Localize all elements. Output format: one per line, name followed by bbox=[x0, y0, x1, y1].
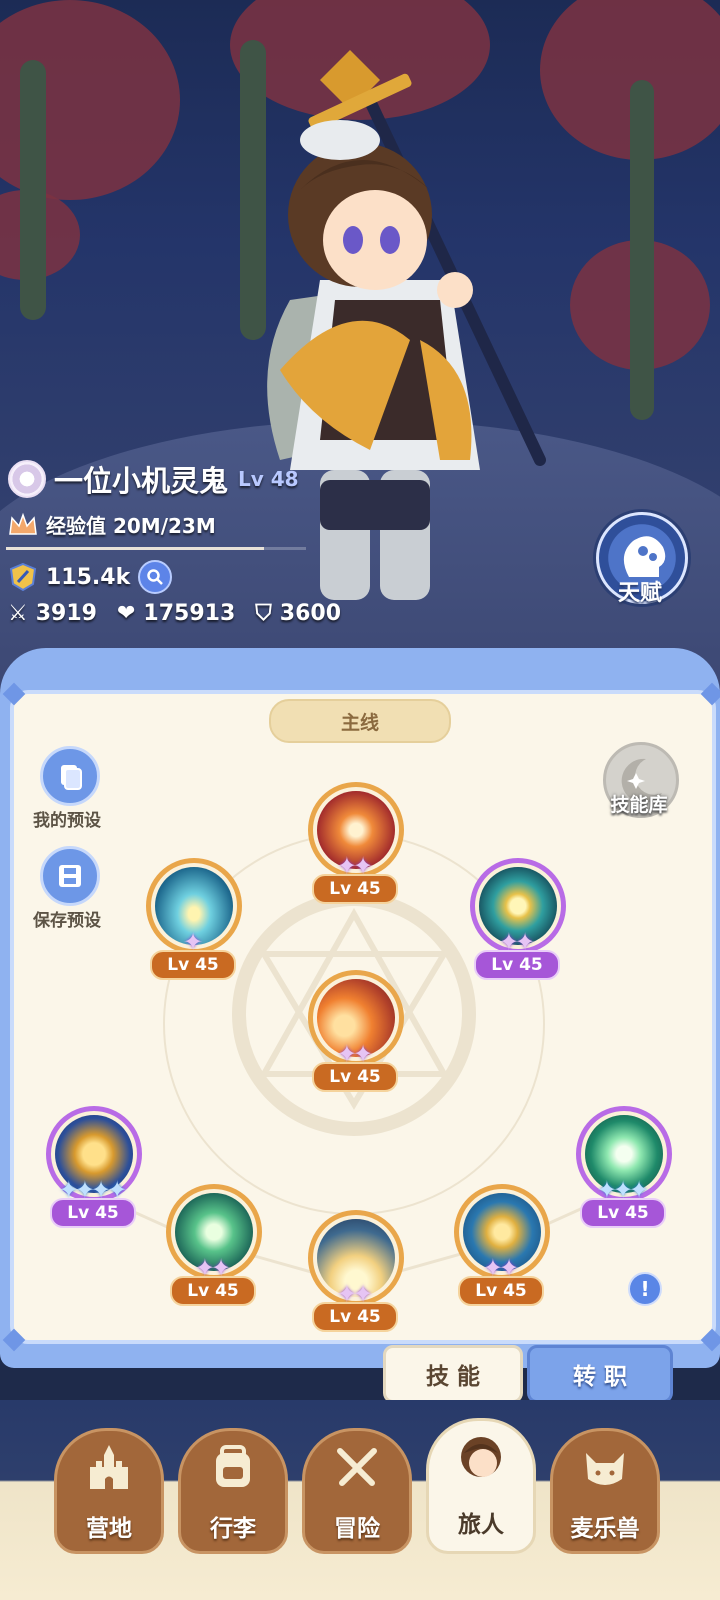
power-shield-icon bbox=[9, 562, 37, 592]
nav-item-camp[interactable]: 营地 bbox=[54, 1428, 164, 1554]
skill-level: Lv 45 bbox=[170, 1276, 256, 1306]
nav-item-adventure[interactable]: 冒险 bbox=[302, 1428, 412, 1554]
skill-level: Lv 45 bbox=[150, 950, 236, 980]
nav-label: 旅人 bbox=[458, 1512, 504, 1538]
crown-icon bbox=[9, 512, 37, 535]
search-icon bbox=[147, 569, 164, 585]
defense-shield-icon: ⛉ bbox=[255, 601, 272, 626]
power-detail-button[interactable] bbox=[138, 560, 173, 594]
skill-slot[interactable]: ✦✦✦✦ Lv 45 bbox=[36, 1106, 146, 1236]
skill-level: Lv 45 bbox=[312, 874, 398, 904]
combat-stats-row: ⚔ 3919 ❤ 175913 ⛉ 3600 bbox=[8, 601, 361, 626]
hero-name: 一位小机灵鬼 bbox=[54, 464, 229, 498]
hero-level: Lv 48 bbox=[238, 467, 299, 491]
castle-icon bbox=[90, 1445, 128, 1489]
skill-level: Lv 45 bbox=[312, 1062, 398, 1092]
skill-slot[interactable]: ✦✦ Lv 45 bbox=[298, 782, 408, 912]
tab-job-change[interactable]: 转 职 bbox=[527, 1345, 673, 1403]
save-disk-icon bbox=[59, 865, 81, 887]
talent-label: 天赋 bbox=[617, 581, 662, 606]
skill-library-label: 技能库 bbox=[610, 794, 668, 816]
skill-slot[interactable]: ✦✦ Lv 45 bbox=[460, 858, 570, 988]
avatar-badge-icon[interactable] bbox=[8, 460, 46, 498]
hero-portrait-icon bbox=[461, 1437, 501, 1477]
attack-value: 3919 bbox=[35, 601, 97, 626]
skill-slot[interactable]: ✦✦ Lv 45 bbox=[156, 1184, 266, 1314]
defense-value: 3600 bbox=[279, 601, 342, 626]
exp-text: 经验值 20M/23M bbox=[46, 514, 216, 538]
cards-icon bbox=[61, 765, 82, 790]
tab-skills[interactable]: 技 能 bbox=[383, 1345, 523, 1403]
health-heart-icon: ❤ bbox=[116, 601, 136, 626]
tree-trunk bbox=[20, 60, 46, 320]
my-presets-label: 我的预设 bbox=[33, 811, 101, 831]
nav-label: 行李 bbox=[210, 1516, 256, 1542]
skill-level: Lv 45 bbox=[474, 950, 560, 980]
attack-swords-icon: ⚔ bbox=[8, 601, 28, 626]
info-button[interactable]: ! bbox=[628, 1272, 662, 1306]
mainline-tab[interactable]: 主线 bbox=[269, 699, 451, 743]
health-value: 175913 bbox=[143, 601, 236, 626]
skill-level: Lv 45 bbox=[458, 1276, 544, 1306]
crossed-swords-icon bbox=[337, 1448, 377, 1486]
backpack-icon bbox=[216, 1445, 250, 1487]
nav-item-pets[interactable]: 麦乐兽 bbox=[550, 1428, 660, 1554]
hero-character bbox=[267, 50, 546, 600]
exp-row: 经验值 20M/23M bbox=[8, 510, 216, 539]
power-row: 115.4k bbox=[8, 560, 173, 594]
nav-label: 营地 bbox=[86, 1516, 132, 1542]
combat-power: 115.4k bbox=[46, 564, 131, 590]
hero-name-row: 一位小机灵鬼 Lv 48 bbox=[8, 458, 299, 500]
exp-progress-bar bbox=[6, 547, 306, 550]
nav-label: 麦乐兽 bbox=[570, 1516, 640, 1542]
skill-slot[interactable]: ✦✦ Lv 45 bbox=[298, 1210, 408, 1340]
skill-level: Lv 45 bbox=[580, 1198, 666, 1228]
skill-slot[interactable]: ✦✦ Lv 45 bbox=[444, 1184, 554, 1314]
skill-level: Lv 45 bbox=[312, 1302, 398, 1332]
nav-label: 冒险 bbox=[334, 1516, 380, 1542]
nav-item-traveler[interactable]: 旅人 bbox=[426, 1418, 536, 1554]
save-preset-button[interactable] bbox=[40, 846, 100, 906]
skill-level: Lv 45 bbox=[50, 1198, 136, 1228]
game-scene: 一位小机灵鬼 Lv 48 经验值 20M/23M 115.4k ⚔ 3919 ❤… bbox=[0, 0, 720, 700]
save-preset-label: 保存预设 bbox=[33, 911, 101, 931]
skill-slot[interactable]: ✦✦✦ Lv 45 bbox=[566, 1106, 676, 1236]
my-presets-button[interactable] bbox=[40, 746, 100, 806]
tree-trunk bbox=[630, 80, 654, 420]
skill-slot[interactable]: ✦ Lv 45 bbox=[136, 858, 246, 988]
skill-slot[interactable]: ✦✦ Lv 45 bbox=[298, 970, 408, 1100]
nav-item-luggage[interactable]: 行李 bbox=[178, 1428, 288, 1554]
cat-pet-icon bbox=[586, 1453, 624, 1485]
